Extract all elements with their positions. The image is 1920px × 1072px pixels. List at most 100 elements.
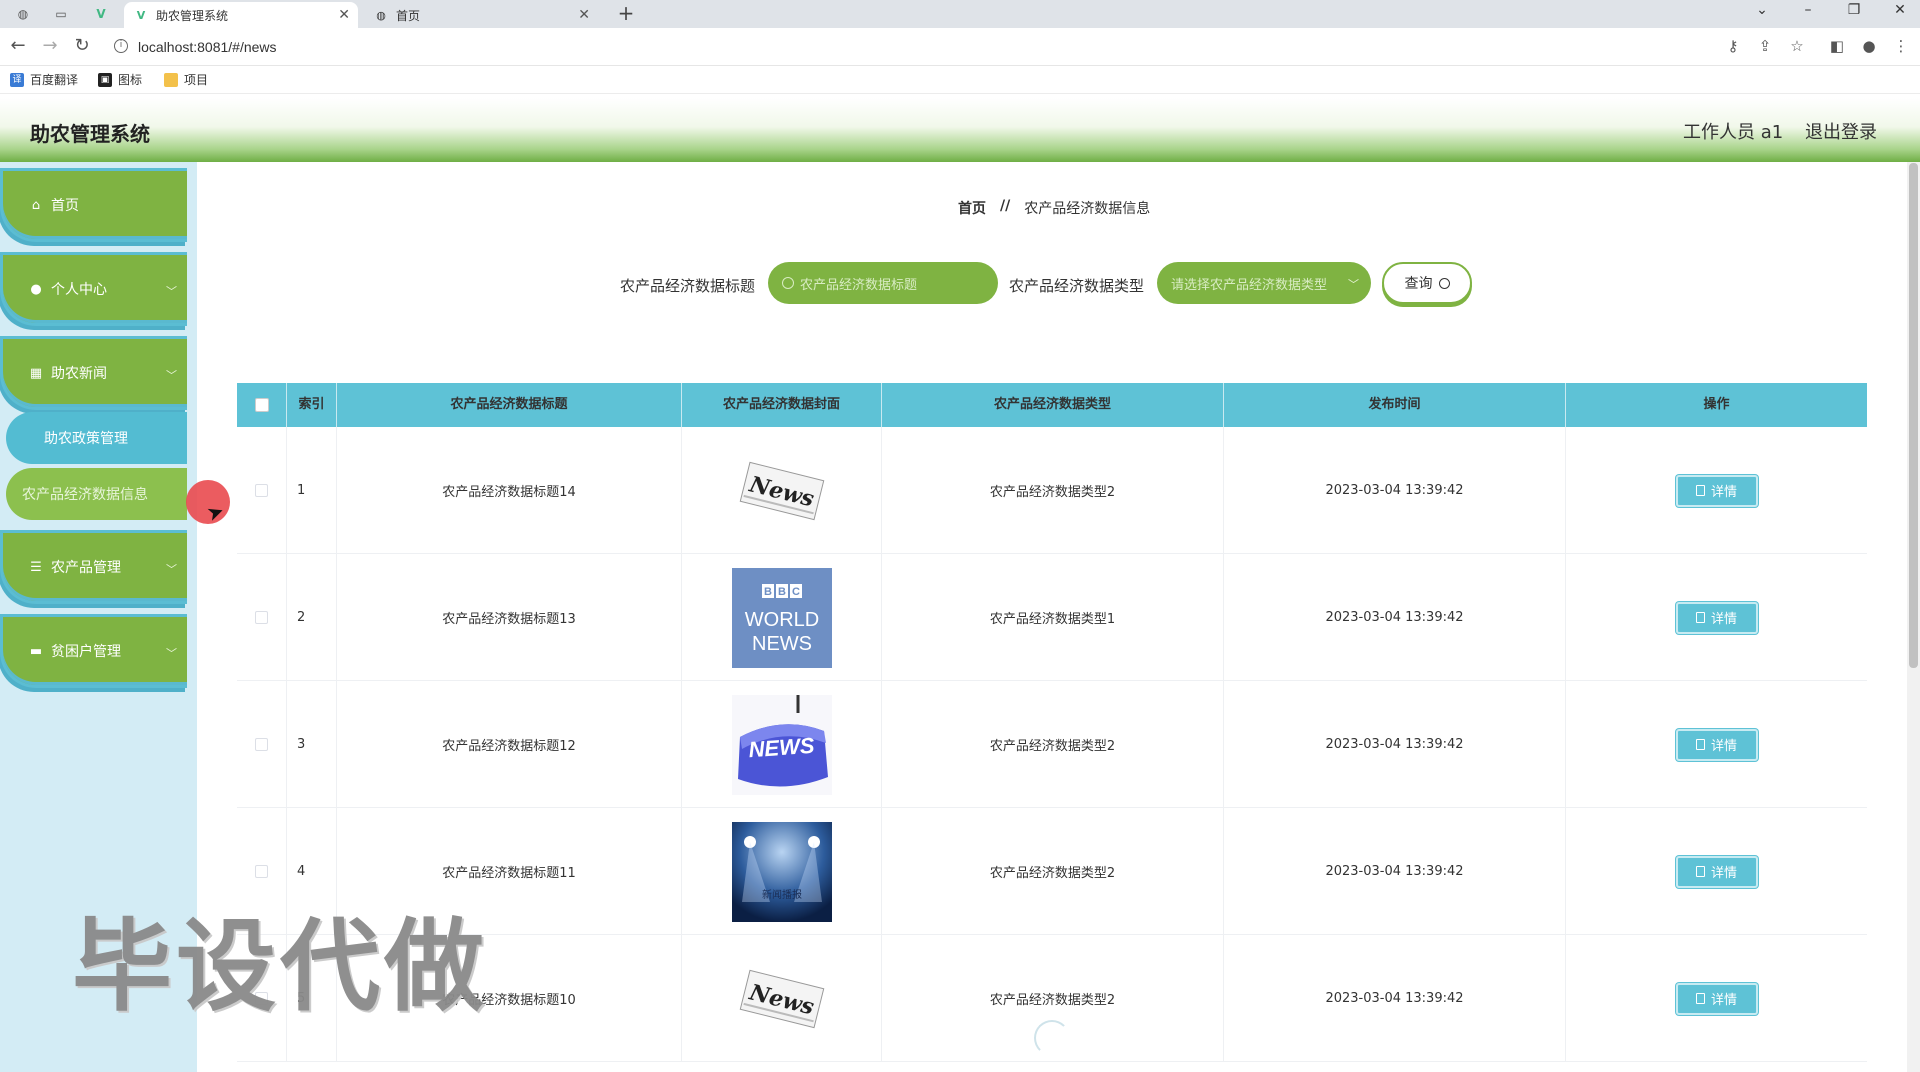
type-select[interactable]: 请选择农产品经济数据类型 ﹀ bbox=[1157, 262, 1371, 304]
document-icon bbox=[1695, 866, 1705, 877]
breadcrumb: 首页 // 农产品经济数据信息 bbox=[958, 198, 1150, 218]
sidebar-item-label: 农产品管理 bbox=[51, 560, 121, 576]
td-cover: News bbox=[682, 935, 882, 1062]
select-all-checkbox[interactable] bbox=[255, 398, 269, 412]
detail-button-label: 详情 bbox=[1710, 612, 1737, 627]
window-close-icon[interactable]: ✕ bbox=[1885, 2, 1915, 18]
sidebar-item-label: 个人中心 bbox=[51, 282, 107, 298]
title-search-input[interactable]: 农产品经济数据标题 bbox=[768, 262, 998, 304]
sidebar-item-profile[interactable]: ● 个人中心 ﹀ bbox=[0, 252, 187, 326]
detail-button[interactable]: 详情 bbox=[1675, 601, 1758, 634]
row-checkbox[interactable] bbox=[255, 484, 268, 497]
bookmark-label: 图标 bbox=[118, 73, 143, 87]
td-cover: BBC WORLD NEWS B B C WORLD NEWS bbox=[682, 554, 882, 681]
sidebar-item-label: 贫困户管理 bbox=[51, 644, 121, 660]
app-header: 助农管理系统 工作人员 a1 退出登录 bbox=[0, 98, 1920, 162]
th-index: 索引 bbox=[287, 383, 337, 427]
document-icon bbox=[1695, 485, 1705, 496]
sidebar-item-news[interactable]: ▦ 助农新闻 ﹀ bbox=[0, 336, 187, 410]
star-icon[interactable]: ☆ bbox=[1786, 37, 1808, 55]
vue-icon[interactable]: V bbox=[92, 5, 110, 23]
bookmark-icons[interactable]: ▣ 图标 bbox=[98, 71, 142, 88]
td-index: 3 bbox=[287, 681, 337, 808]
tab-home[interactable]: ◍ 首页 ✕ bbox=[364, 2, 598, 28]
chevron-down-icon: ﹀ bbox=[166, 285, 177, 298]
svg-text:NEWS: NEWS bbox=[752, 633, 812, 655]
bookmark-project[interactable]: 项目 bbox=[164, 71, 208, 88]
share-icon[interactable]: ⇪ bbox=[1754, 37, 1776, 55]
sidebar-item-label: 首页 bbox=[51, 198, 79, 214]
breadcrumb-separator: // bbox=[1000, 198, 1011, 214]
type-select-placeholder: 请选择农产品经济数据类型 bbox=[1171, 277, 1328, 293]
grid-icon: ▦ bbox=[29, 365, 43, 381]
globe-icon: ◍ bbox=[376, 8, 386, 22]
sidebar-item-home[interactable]: ⌂ 首页 bbox=[0, 168, 187, 242]
td-cover: News bbox=[682, 427, 882, 554]
logout-link[interactable]: 退出登录 bbox=[1805, 118, 1877, 144]
submenu-item-policy[interactable]: 助农政策管理 bbox=[6, 412, 187, 464]
more-icon[interactable]: ⋮ bbox=[1890, 37, 1912, 55]
document-icon bbox=[1695, 739, 1705, 750]
info-icon[interactable]: i bbox=[114, 39, 128, 53]
sidebar-item-poor-households[interactable]: ▬ 贫困户管理 ﹀ bbox=[0, 614, 187, 688]
close-icon[interactable]: ✕ bbox=[578, 7, 590, 23]
scrollbar-thumb[interactable] bbox=[1909, 163, 1918, 668]
bookmark-label: 百度翻译 bbox=[30, 73, 79, 87]
profile-icon[interactable]: ● bbox=[1858, 37, 1880, 55]
breadcrumb-home[interactable]: 首页 bbox=[958, 198, 986, 218]
th-cover: 农产品经济数据封面 bbox=[682, 383, 882, 427]
th-type: 农产品经济数据类型 bbox=[882, 383, 1224, 427]
url-field[interactable]: localhost:8081/#/news bbox=[138, 35, 277, 59]
globe-icon[interactable]: ◍ bbox=[14, 5, 32, 23]
chevron-down-icon: ﹀ bbox=[166, 369, 177, 382]
td-type: 农产品经济数据类型2 bbox=[882, 427, 1224, 554]
row-checkbox[interactable] bbox=[255, 611, 268, 624]
td-title: 农产品经济数据标题13 bbox=[337, 554, 682, 681]
tab-active[interactable]: V 助农管理系统 ✕ bbox=[124, 2, 358, 28]
row-checkbox[interactable] bbox=[255, 865, 268, 878]
td-title: 农产品经济数据标题12 bbox=[337, 681, 682, 808]
detail-button[interactable]: 详情 bbox=[1675, 728, 1758, 761]
detail-button-label: 详情 bbox=[1710, 993, 1737, 1008]
td-select bbox=[237, 554, 287, 681]
detail-button[interactable]: 详情 bbox=[1675, 474, 1758, 507]
search-button-label: 查询 bbox=[1404, 276, 1433, 292]
type-select-label: 农产品经济数据类型 bbox=[1009, 277, 1145, 295]
td-type: 农产品经济数据类型2 bbox=[882, 808, 1224, 935]
cover-image: News bbox=[732, 949, 832, 1049]
bookmark-baidu-translate[interactable]: 译 百度翻译 bbox=[10, 71, 78, 88]
chevron-down-icon: ﹀ bbox=[166, 647, 177, 660]
tab-title: 助农管理系统 bbox=[156, 8, 229, 23]
search-button[interactable]: 查询 bbox=[1382, 262, 1472, 304]
td-select bbox=[237, 681, 287, 808]
restore-icon[interactable]: ❐ bbox=[1839, 2, 1869, 18]
back-icon[interactable]: ← bbox=[6, 36, 30, 56]
svg-text:NEWS: NEWS bbox=[747, 732, 815, 762]
browser-tab-bar: ◍ ▭ V V 助农管理系统 ✕ ◍ 首页 ✕ + ⌄ – ❐ ✕ bbox=[0, 0, 1920, 28]
detail-button-label: 详情 bbox=[1710, 739, 1737, 754]
submenu-item-economic-data[interactable]: 农产品经济数据信息 bbox=[6, 468, 187, 520]
sidepanel-icon[interactable]: ◧ bbox=[1826, 37, 1848, 55]
watermark: 毕设代做 bbox=[72, 908, 488, 1025]
sidebar-item-label: 助农新闻 bbox=[51, 366, 107, 382]
address-bar: ← → ↻ i localhost:8081/#/news ⚷ ⇪ ☆ ◧ ● … bbox=[0, 28, 1920, 66]
forward-icon[interactable]: → bbox=[38, 36, 62, 56]
reload-icon[interactable]: ↻ bbox=[70, 36, 94, 56]
chevron-down-icon[interactable]: ⌄ bbox=[1747, 2, 1777, 18]
detail-button[interactable]: 详情 bbox=[1675, 982, 1758, 1015]
key-icon[interactable]: ⚷ bbox=[1722, 37, 1744, 55]
blank-tab-icon[interactable]: ▭ bbox=[52, 5, 70, 23]
new-tab-icon[interactable]: + bbox=[614, 2, 638, 26]
close-icon[interactable]: ✕ bbox=[338, 7, 350, 23]
td-title: 农产品经济数据标题14 bbox=[337, 427, 682, 554]
td-time: 2023-03-04 13:39:42 bbox=[1224, 808, 1566, 935]
table-row: 1 农产品经济数据标题14 News 农产品经济数据类型2 2023-03-04… bbox=[237, 427, 1867, 554]
minimize-icon[interactable]: – bbox=[1793, 2, 1823, 18]
sidebar-item-products[interactable]: ☰ 农产品管理 ﹀ bbox=[0, 530, 187, 604]
current-user: 工作人员 a1 bbox=[1683, 122, 1784, 143]
submenu-item-label: 助农政策管理 bbox=[44, 431, 128, 447]
row-checkbox[interactable] bbox=[255, 738, 268, 751]
search-icon bbox=[1438, 277, 1450, 289]
detail-button[interactable]: 详情 bbox=[1675, 855, 1758, 888]
bookmark-label: 项目 bbox=[184, 73, 209, 87]
